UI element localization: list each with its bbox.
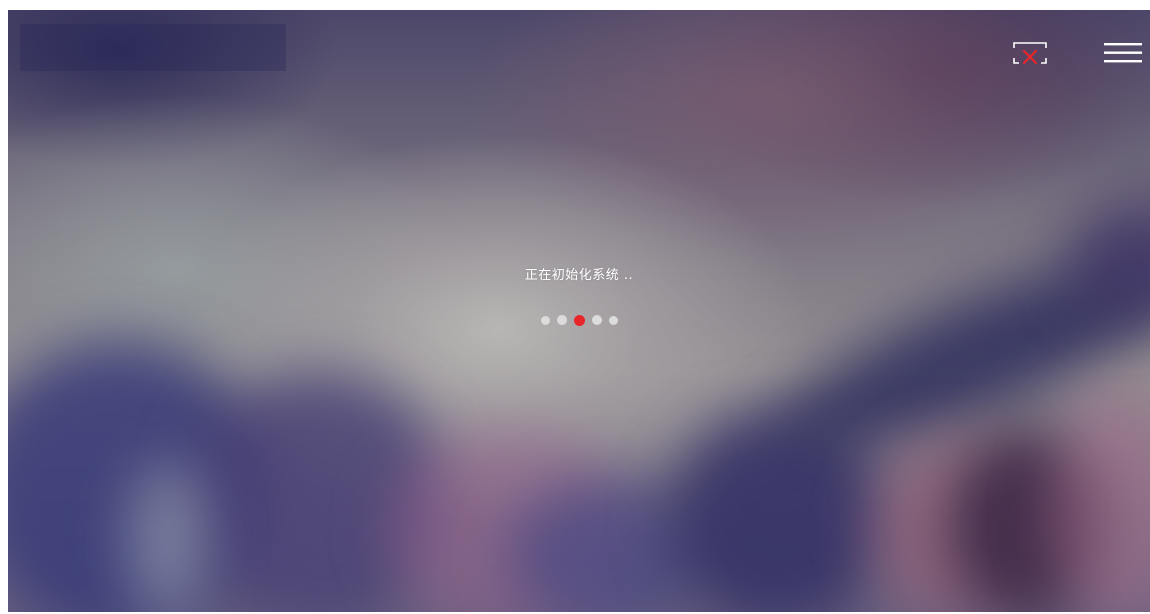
loading-progress-dots bbox=[8, 314, 1150, 326]
menu-button[interactable] bbox=[1104, 42, 1142, 64]
loading-status-text: 正在初始化系统 .. bbox=[8, 264, 1150, 283]
top-left-overlay-panel bbox=[20, 24, 286, 71]
progress-dot bbox=[591, 315, 602, 325]
loading-ellipsis: .. bbox=[619, 268, 634, 283]
progress-dot-active bbox=[573, 314, 585, 326]
screen-off-button[interactable] bbox=[1012, 40, 1048, 66]
video-frame: 正在初始化系统 .. bbox=[8, 10, 1150, 612]
hamburger-menu-icon bbox=[1104, 43, 1142, 63]
progress-dot bbox=[540, 315, 550, 325]
loading-message: 正在初始化系统 bbox=[524, 268, 620, 283]
background-blob bbox=[128, 460, 208, 612]
screen-off-icon bbox=[1013, 42, 1047, 65]
progress-dot bbox=[556, 315, 567, 325]
progress-dot bbox=[608, 315, 618, 325]
